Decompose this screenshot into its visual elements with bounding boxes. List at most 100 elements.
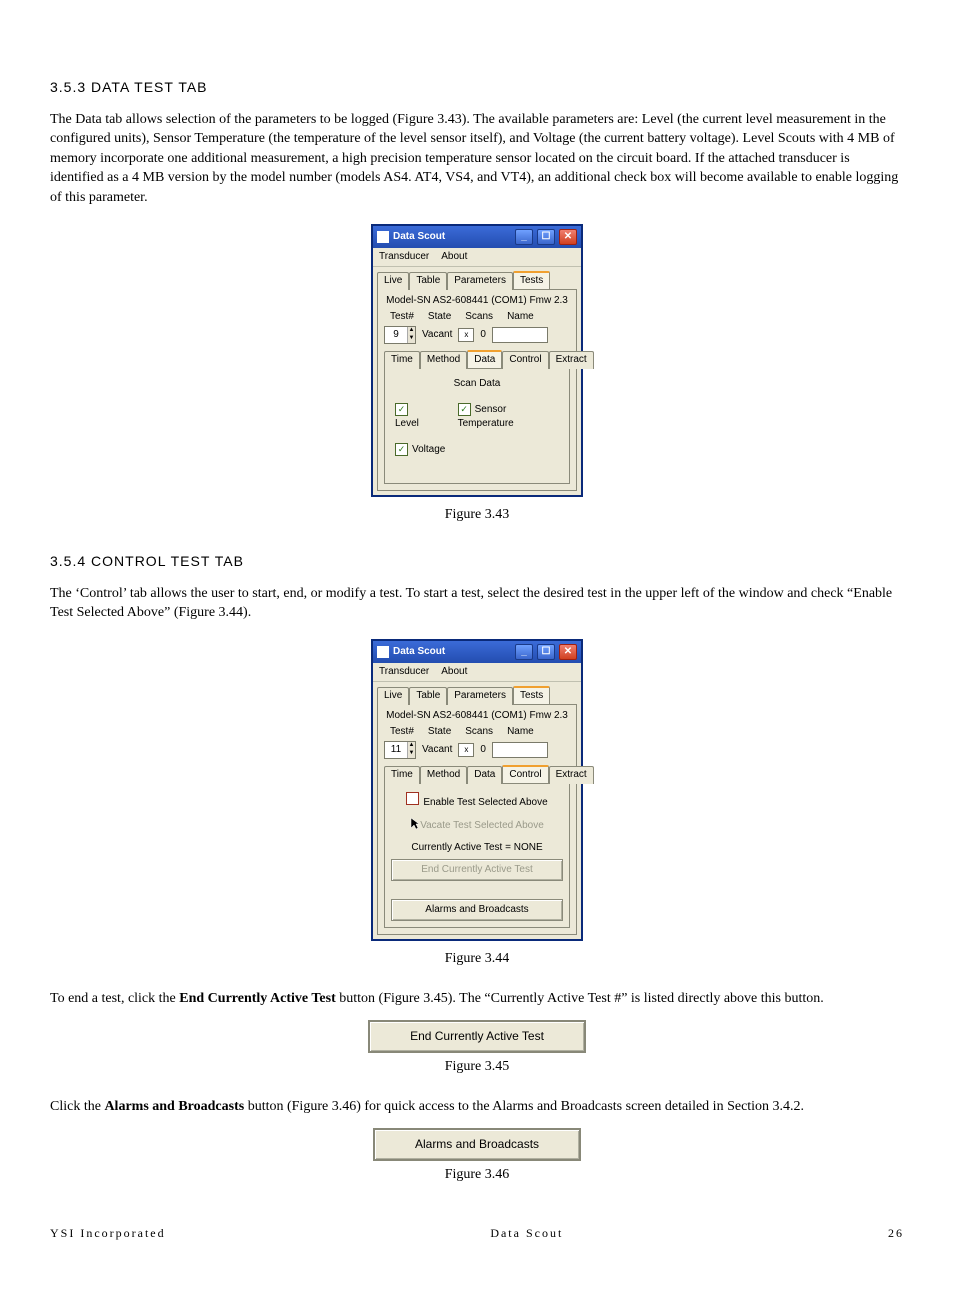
enable-test-row[interactable]: Enable Test Selected Above: [391, 792, 563, 810]
hdr-state: State: [428, 310, 451, 324]
caption-346: Figure 3.46: [50, 1165, 904, 1185]
tab-table[interactable]: Table: [409, 272, 447, 290]
main-tab-row: Live Table Parameters Tests: [373, 682, 581, 704]
model-line: Model-SN AS2-608441 (COM1) Fmw 2.3: [384, 709, 570, 723]
test-row: ▲▼ Vacant x 0: [384, 741, 570, 759]
tests-panel: Model-SN AS2-608441 (COM1) Fmw 2.3 Test#…: [377, 289, 577, 491]
state-x-box[interactable]: x: [458, 743, 474, 757]
figure-346: Alarms and Broadcasts: [50, 1128, 904, 1161]
close-button[interactable]: ✕: [559, 229, 577, 245]
spin-up-icon[interactable]: ▲: [408, 742, 415, 750]
test-number-spinner[interactable]: ▲▼: [384, 741, 416, 759]
para-353: The Data tab allows selection of the par…: [50, 110, 904, 208]
test-number-input[interactable]: [385, 327, 407, 343]
para-354: The ‘Control’ tab allows the user to sta…: [50, 584, 904, 623]
cursor-icon: [410, 817, 420, 831]
page-footer: YSI Incorporated Data Scout 26: [50, 1225, 904, 1242]
menu-transducer[interactable]: Transducer: [379, 665, 429, 679]
text-run: Click the: [50, 1099, 104, 1114]
test-number-input[interactable]: [385, 742, 407, 758]
state-x-box[interactable]: x: [458, 328, 474, 342]
footer-left: YSI Incorporated: [50, 1225, 166, 1242]
maximize-button[interactable]: ☐: [537, 229, 555, 245]
vacate-test-row: Vacate Test Selected Above: [391, 814, 563, 833]
label-enable-test: Enable Test Selected Above: [423, 797, 547, 808]
menu-about[interactable]: About: [441, 665, 467, 679]
tests-panel: Model-SN AS2-608441 (COM1) Fmw 2.3 Test#…: [377, 704, 577, 935]
main-tab-row: Live Table Parameters Tests: [373, 267, 581, 289]
tab-tests[interactable]: Tests: [513, 271, 550, 289]
sub-tab-row: Time Method Data Control Extract: [384, 350, 570, 368]
titlebar: Data Scout _ ☐ ✕: [373, 226, 581, 248]
control-subpanel: Enable Test Selected Above Vacate Test S…: [384, 783, 570, 928]
menubar: Transducer About: [373, 248, 581, 267]
minimize-button[interactable]: _: [515, 644, 533, 660]
test-number-spinner[interactable]: ▲▼: [384, 326, 416, 344]
checkbox-sensor-temp[interactable]: ✓Sensor Temperature: [458, 403, 559, 431]
tab-tests[interactable]: Tests: [513, 686, 550, 704]
subtab-time[interactable]: Time: [384, 766, 420, 784]
subtab-extract[interactable]: Extract: [549, 351, 594, 369]
text-run: button (Figure 3.46) for quick access to…: [244, 1099, 804, 1114]
hdr-scans: Scans: [465, 725, 493, 739]
scans-value: 0: [480, 743, 486, 757]
heading-354: 3.5.4 CONTROL TEST TAB: [50, 552, 904, 572]
sub-tab-row: Time Method Data Control Extract: [384, 765, 570, 783]
hdr-state: State: [428, 725, 451, 739]
minimize-button[interactable]: _: [515, 229, 533, 245]
name-input[interactable]: [492, 742, 548, 758]
name-input[interactable]: [492, 327, 548, 343]
maximize-button[interactable]: ☐: [537, 644, 555, 660]
subtab-method[interactable]: Method: [420, 766, 467, 784]
spin-up-icon[interactable]: ▲: [408, 327, 415, 335]
tab-table[interactable]: Table: [409, 687, 447, 705]
close-button[interactable]: ✕: [559, 644, 577, 660]
window-title: Data Scout: [393, 645, 445, 659]
window-title: Data Scout: [393, 230, 445, 244]
test-row: ▲▼ Vacant x 0: [384, 326, 570, 344]
figure-345: End Currently Active Test: [50, 1020, 904, 1053]
tab-parameters[interactable]: Parameters: [447, 272, 513, 290]
scan-data-label: Scan Data: [391, 377, 563, 391]
heading-353: 3.5.3 DATA TEST TAB: [50, 78, 904, 98]
end-active-test-button-lg[interactable]: End Currently Active Test: [368, 1020, 586, 1053]
para-354-2: To end a test, click the End Currently A…: [50, 989, 904, 1009]
alarms-broadcasts-button-lg[interactable]: Alarms and Broadcasts: [373, 1128, 581, 1161]
footer-right: 26: [888, 1225, 904, 1242]
hdr-test: Test#: [390, 310, 414, 324]
menu-about[interactable]: About: [441, 250, 467, 264]
text-run: button (Figure 3.45). The “Currently Act…: [336, 991, 824, 1006]
figure-344: Data Scout _ ☐ ✕ Transducer About Live T…: [50, 639, 904, 941]
model-line: Model-SN AS2-608441 (COM1) Fmw 2.3: [384, 294, 570, 308]
end-active-test-button[interactable]: End Currently Active Test: [391, 859, 563, 881]
subtab-extract[interactable]: Extract: [549, 766, 594, 784]
tab-live[interactable]: Live: [377, 687, 409, 705]
state-value: Vacant: [422, 328, 452, 342]
caption-345: Figure 3.45: [50, 1057, 904, 1077]
tab-live[interactable]: Live: [377, 272, 409, 290]
checkbox-voltage[interactable]: ✓Voltage: [395, 443, 445, 457]
app-icon: [377, 231, 389, 243]
subtab-control[interactable]: Control: [502, 351, 548, 369]
spin-down-icon[interactable]: ▼: [408, 750, 415, 758]
data-subpanel: Scan Data ✓Level ✓Sensor Temperature ✓Vo…: [384, 368, 570, 484]
menubar: Transducer About: [373, 663, 581, 682]
checkbox-enable-test[interactable]: [406, 792, 419, 805]
menu-transducer[interactable]: Transducer: [379, 250, 429, 264]
alarms-broadcasts-button[interactable]: Alarms and Broadcasts: [391, 899, 563, 921]
subtab-method[interactable]: Method: [420, 351, 467, 369]
tab-parameters[interactable]: Parameters: [447, 687, 513, 705]
titlebar: Data Scout _ ☐ ✕: [373, 641, 581, 663]
subtab-data[interactable]: Data: [467, 766, 502, 784]
subtab-time[interactable]: Time: [384, 351, 420, 369]
window-data-scout-343: Data Scout _ ☐ ✕ Transducer About Live T…: [371, 224, 583, 497]
spin-down-icon[interactable]: ▼: [408, 335, 415, 343]
footer-center: Data Scout: [490, 1225, 563, 1242]
subtab-control[interactable]: Control: [502, 765, 548, 783]
bold-run: Alarms and Broadcasts: [104, 1099, 244, 1114]
window-data-scout-344: Data Scout _ ☐ ✕ Transducer About Live T…: [371, 639, 583, 941]
label-level: Level: [395, 418, 419, 429]
subtab-data[interactable]: Data: [467, 350, 502, 368]
app-icon: [377, 646, 389, 658]
checkbox-level[interactable]: ✓Level: [395, 403, 434, 431]
